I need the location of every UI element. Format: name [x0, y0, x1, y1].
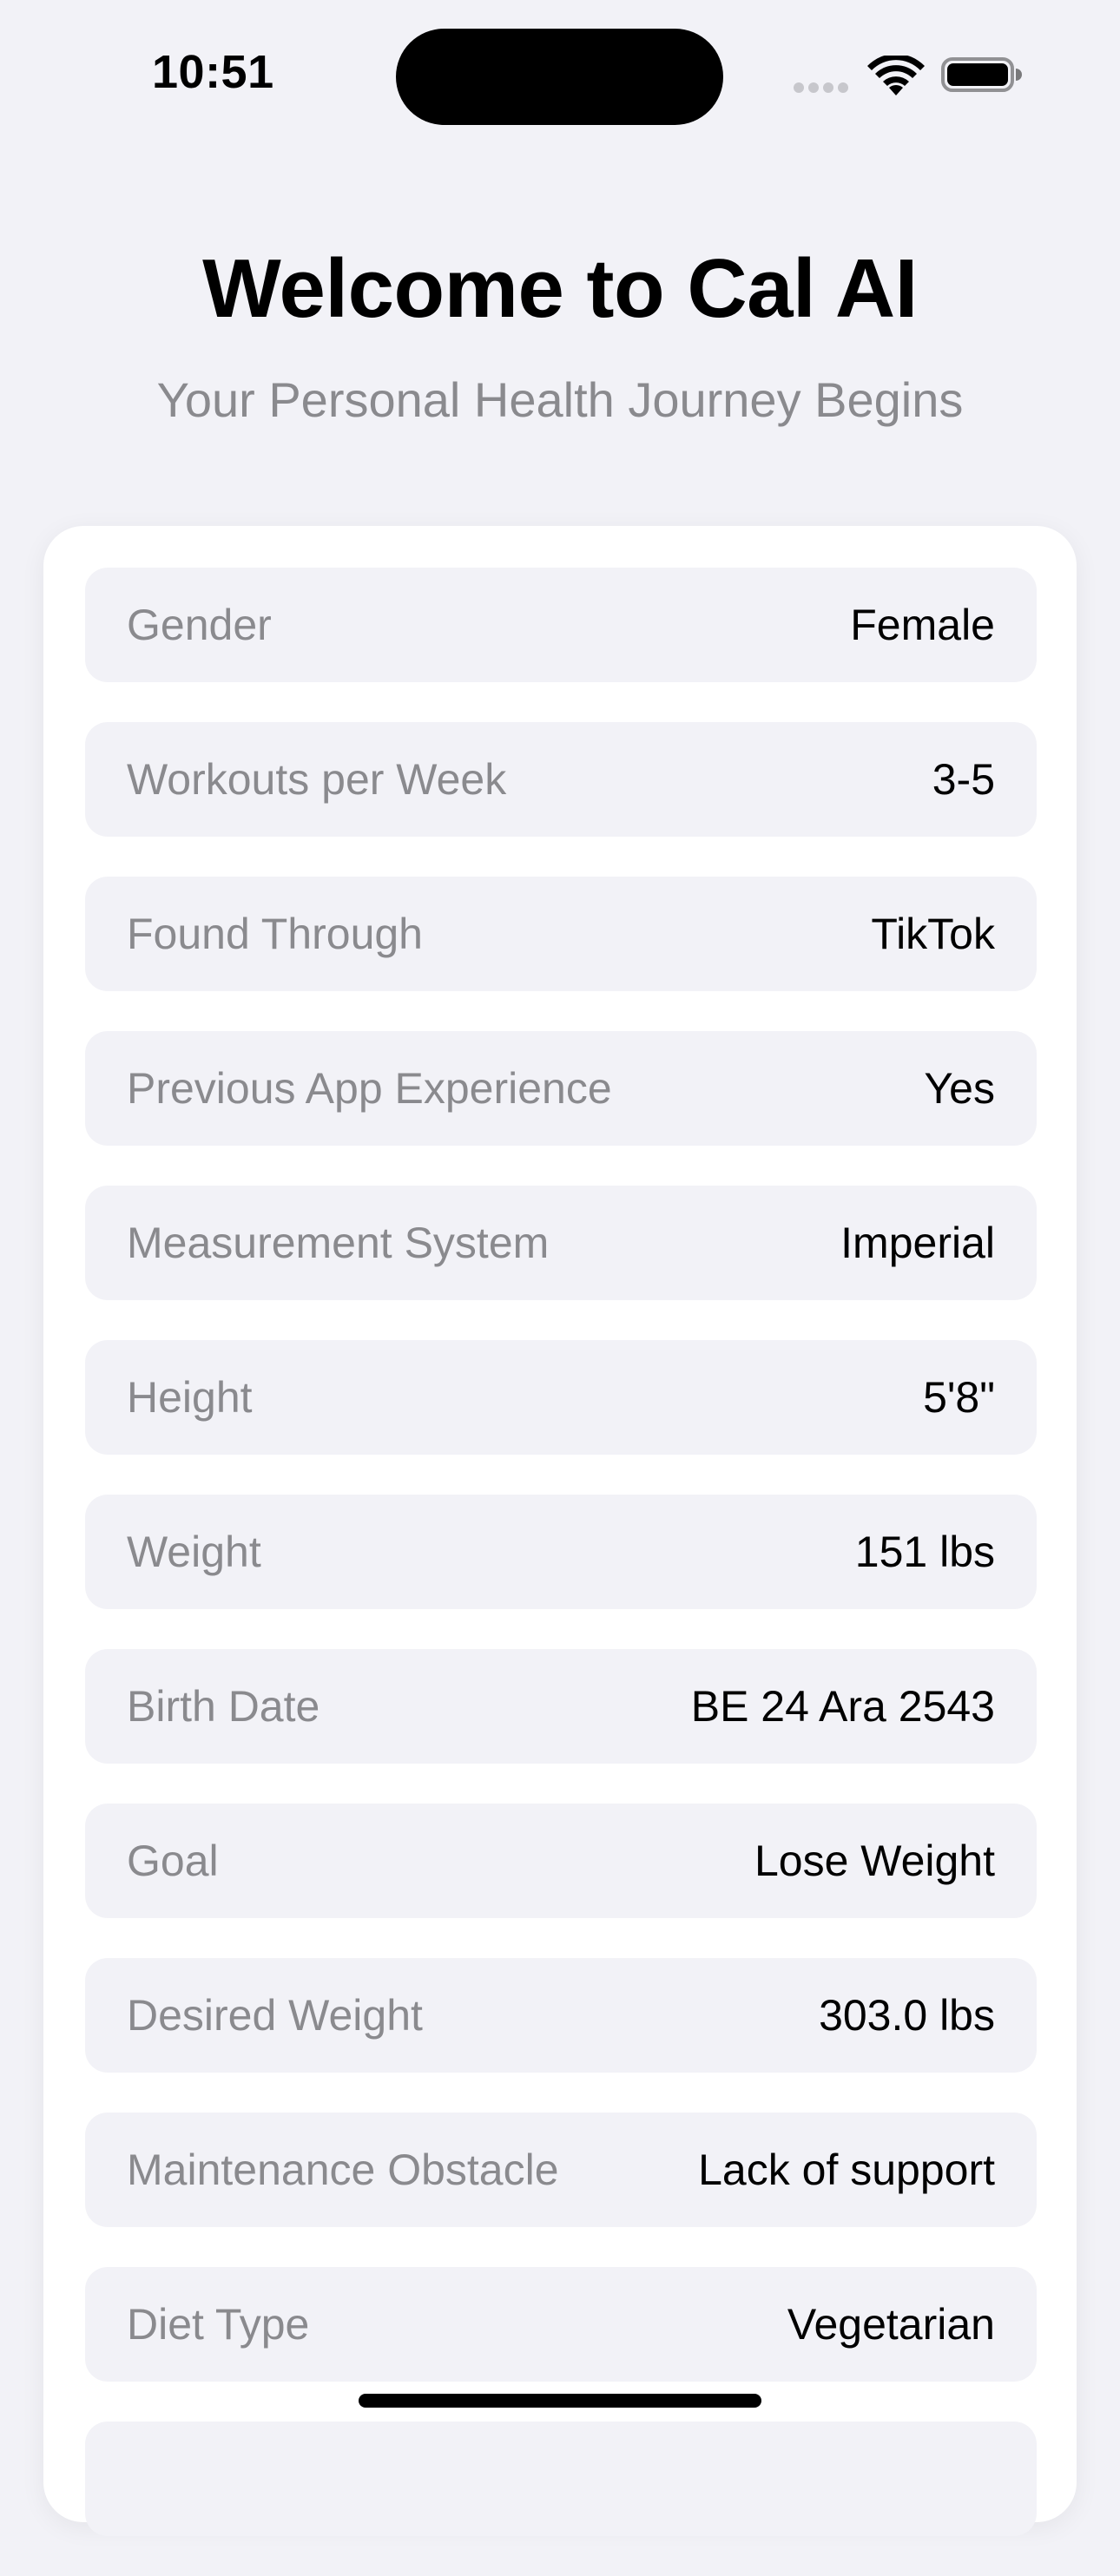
- profile-summary-card: Gender Female Workouts per Week 3-5 Foun…: [43, 526, 1077, 2536]
- row-value: 151 lbs: [854, 1528, 995, 1576]
- profile-row-partial: [85, 2422, 1037, 2536]
- profile-row-found-through: Found Through TikTok: [85, 877, 1037, 991]
- row-label: Weight: [127, 1528, 261, 1576]
- row-label: Maintenance Obstacle: [127, 2146, 559, 2194]
- row-label: Goal: [127, 1837, 219, 1885]
- row-label: Height: [127, 1373, 253, 1422]
- cellular-signal-icon: [794, 82, 854, 93]
- row-value: Female: [850, 601, 995, 649]
- row-value: Imperial: [840, 1219, 995, 1267]
- profile-row-workouts: Workouts per Week 3-5: [85, 722, 1037, 837]
- row-label: Desired Weight: [127, 1991, 423, 2040]
- row-value: TikTok: [871, 910, 995, 958]
- profile-row-desired-weight: Desired Weight 303.0 lbs: [85, 1958, 1037, 2073]
- row-label: Found Through: [127, 910, 423, 958]
- row-value: 3-5: [932, 755, 995, 804]
- row-label: Birth Date: [127, 1682, 320, 1731]
- row-label: Workouts per Week: [127, 755, 507, 804]
- profile-row-weight: Weight 151 lbs: [85, 1495, 1037, 1609]
- row-label: Measurement System: [127, 1219, 550, 1267]
- profile-row-birth-date: Birth Date BE 24 Ara 2543: [85, 1649, 1037, 1764]
- row-value: Yes: [924, 1064, 995, 1113]
- profile-row-measurement-system: Measurement System Imperial: [85, 1186, 1037, 1300]
- profile-row-previous-app: Previous App Experience Yes: [85, 1031, 1037, 1146]
- profile-row-gender: Gender Female: [85, 568, 1037, 682]
- row-label: Gender: [127, 601, 272, 649]
- profile-rows: Gender Female Workouts per Week 3-5 Foun…: [85, 568, 1037, 2576]
- row-label: Previous App Experience: [127, 1064, 612, 1113]
- row-value: 303.0 lbs: [819, 1991, 995, 2040]
- row-value: Lack of support: [698, 2146, 995, 2194]
- row-value: Vegetarian: [787, 2300, 995, 2349]
- profile-row-diet-type: Diet Type Vegetarian: [85, 2267, 1037, 2382]
- home-indicator[interactable]: [359, 2394, 761, 2408]
- profile-row-goal: Goal Lose Weight: [85, 1804, 1037, 1918]
- row-value: 5'8": [923, 1373, 995, 1422]
- page-subtitle: Your Personal Health Journey Begins: [156, 372, 964, 427]
- page-title: Welcome to Cal AI: [202, 242, 918, 335]
- row-value: Lose Weight: [754, 1837, 995, 1885]
- battery-icon: [941, 57, 1022, 92]
- status-bar: 10:51: [0, 0, 1120, 148]
- status-time: 10:51: [152, 46, 274, 98]
- dynamic-island: [396, 29, 723, 125]
- profile-row-height: Height 5'8": [85, 1340, 1037, 1455]
- wifi-icon: [867, 56, 925, 95]
- profile-row-maintenance-obstacle: Maintenance Obstacle Lack of support: [85, 2113, 1037, 2227]
- row-value: BE 24 Ara 2543: [690, 1682, 995, 1731]
- row-label: Diet Type: [127, 2300, 310, 2349]
